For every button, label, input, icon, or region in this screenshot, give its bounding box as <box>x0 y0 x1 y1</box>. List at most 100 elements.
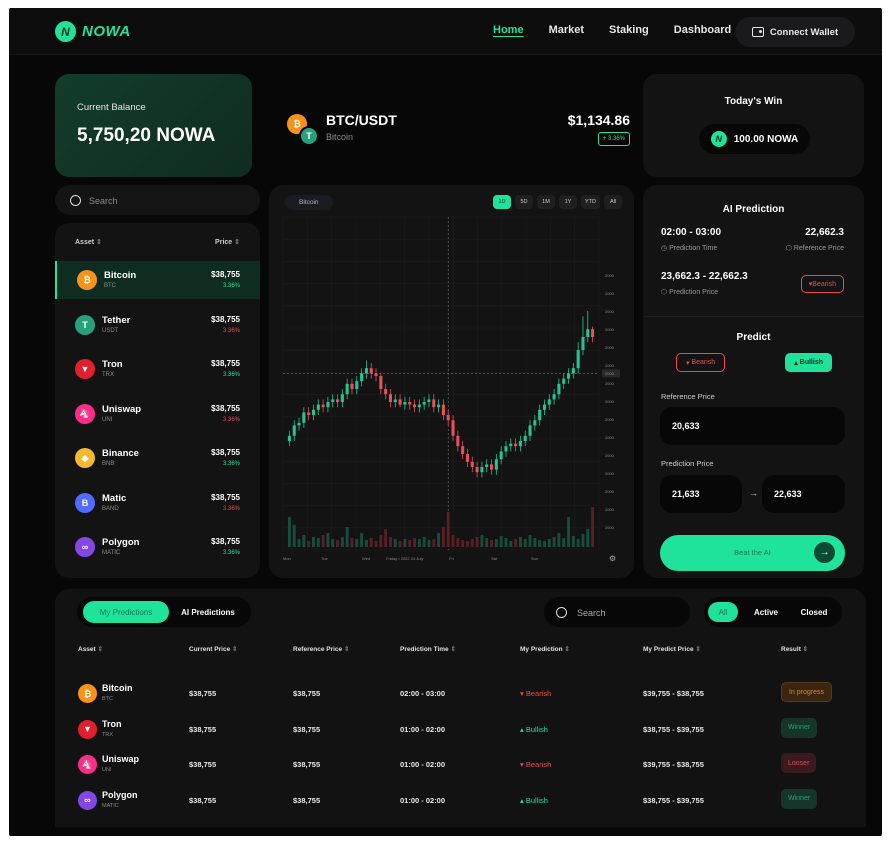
volume-bar <box>518 537 522 547</box>
col-header-my-prediction[interactable]: My Prediction ⇕ <box>520 645 570 653</box>
col-header-label: Reference Price <box>293 646 343 653</box>
candlestick-chart[interactable]: 2000 2000 2000 2000 2000 2000 2000 2000 2000 2000… <box>269 185 634 578</box>
asset-symbol: BTC <box>104 283 116 289</box>
tab-my-predictions[interactable]: My Predictions <box>83 601 169 623</box>
nav-dashboard[interactable]: Dashboard <box>674 24 731 36</box>
candle-body <box>518 441 522 447</box>
col-header-result[interactable]: Result ⇕ <box>781 645 808 653</box>
volume-bar <box>369 538 373 547</box>
filter-active[interactable]: Active <box>746 602 786 622</box>
volume-bar <box>360 533 364 547</box>
candle-body <box>408 402 412 405</box>
asset-name: Polygon <box>102 537 140 548</box>
asset-search-input[interactable]: Search <box>55 185 260 215</box>
asset-row-bitcoin[interactable]: ₿ Bitcoin BTC $38,755 3.36% <box>55 261 260 299</box>
row-result-badge: Winner <box>781 717 818 738</box>
col-header-asset[interactable]: Asset ⇕ <box>78 645 103 653</box>
candle-body <box>379 376 383 389</box>
binance-icon: ◆ <box>75 448 95 468</box>
predict-bullish-button[interactable]: ▴ Bullish <box>785 353 832 372</box>
pair-change-badge: + 3.36% <box>597 132 630 146</box>
logo[interactable]: N NOWA <box>55 21 131 42</box>
asset-row-binance[interactable]: ◆ Binance BNB $38,755 3.36% <box>55 439 260 477</box>
asset-row-matic[interactable]: B Matic BAND $38,755 3.36% <box>55 484 260 522</box>
table-row[interactable]: ▼ Tron TRX $38,755 $38,755 01:00 - 02:00 $38,7… <box>55 713 856 748</box>
nav-staking[interactable]: Staking <box>609 24 649 36</box>
predictions-search-input[interactable]: Search <box>544 597 690 627</box>
search-icon <box>70 195 81 206</box>
volume-bar <box>374 541 378 547</box>
asset-price: $38,755 <box>211 403 240 413</box>
col-header-prediction-time[interactable]: Prediction Time ⇕ <box>400 645 456 653</box>
logo-text: NOWA <box>82 23 131 40</box>
nav-market[interactable]: Market <box>549 24 584 36</box>
candle-body <box>331 399 335 402</box>
candle-body <box>287 435 291 441</box>
sort-icon: ⇕ <box>95 646 103 653</box>
asset-list: Asset ⇕ Price ⇕ ₿ Bitcoin BTC $38,755 3.36% T… <box>55 223 260 578</box>
candle-body <box>552 394 556 400</box>
row-prediction: ▴ Bullish <box>520 796 548 805</box>
col-header-reference-price[interactable]: Reference Price ⇕ <box>293 645 349 653</box>
volume-bar <box>389 537 392 547</box>
row-current: $38,755 <box>189 689 217 698</box>
candle-body <box>514 443 518 447</box>
asset-name: Binance <box>102 448 139 459</box>
volume-bar <box>393 539 397 547</box>
candle-body <box>451 420 455 436</box>
timeframe-selector: 1D 5D 1M 1Y YTD All <box>493 195 622 209</box>
asset-col-price[interactable]: Price ⇕ <box>215 238 240 246</box>
prediction-price-to-field[interactable]: 22,633 <box>762 475 845 513</box>
asset-row-polygon[interactable]: ∞ Polygon MATIC $38,755 3.36% <box>55 528 260 566</box>
filter-all[interactable]: All <box>708 602 738 622</box>
col-header-my-predict-price[interactable]: My Predict Price ⇕ <box>643 645 701 653</box>
nav-home[interactable]: Home <box>493 24 524 36</box>
settings-gear-icon[interactable]: ⚙ <box>609 554 616 563</box>
asset-row-tether[interactable]: T Tether USDT $38,755 3.36% <box>55 306 260 344</box>
volume-bar <box>547 539 551 547</box>
candle-body <box>538 409 542 421</box>
asset-row-uniswap[interactable]: 🦄 Uniswap UNI $38,755 3.36% <box>55 395 260 433</box>
table-row[interactable]: 🦄 Uniswap UNI $38,755 $38,755 01:00 - 02:00 $3… <box>55 748 856 783</box>
asset-price: $38,755 <box>211 314 240 324</box>
candle-body <box>480 467 484 473</box>
predict-bearish-button[interactable]: ▾ Bearish <box>676 353 726 372</box>
row-predict-price: $38,755 - $39,755 <box>643 724 704 734</box>
timeframe-5d[interactable]: 5D <box>515 195 533 209</box>
timeframe-1y[interactable]: 1Y <box>559 195 577 209</box>
connect-wallet-button[interactable]: Connect Wallet <box>735 17 855 47</box>
candle-body <box>360 373 364 382</box>
ai-prediction-time-label-text: Prediction Time <box>669 245 718 252</box>
balance-value: 5,750,20 NOWA <box>77 125 216 146</box>
candle-body <box>591 329 595 337</box>
filter-closed[interactable]: Closed <box>792 602 836 622</box>
current-price-label: 2000 <box>605 371 615 376</box>
prediction-price-from-field[interactable]: 21,633 <box>660 475 742 513</box>
y-axis-label: 2000 <box>605 489 615 494</box>
tag-icon: ⬡ <box>661 289 668 296</box>
reference-price-field[interactable]: 20,633 <box>660 407 845 445</box>
ai-title: AI Prediction <box>722 204 785 215</box>
connect-wallet-label: Connect Wallet <box>769 26 839 38</box>
predict-bullish-label: Bullish <box>799 359 823 366</box>
volume-bar <box>422 537 426 547</box>
candle-body <box>499 451 503 460</box>
row-asset-name: Polygon <box>102 789 138 800</box>
col-header-current-price[interactable]: Current Price ⇕ <box>189 645 237 653</box>
table-row[interactable]: ₿ Bitcoin BTC $38,755 $38,755 02:00 - 03:00 $3… <box>55 677 856 712</box>
chart-asset-tag[interactable]: Bitcoin <box>285 195 333 210</box>
timeframe-all[interactable]: All <box>604 195 622 209</box>
tab-ai-predictions[interactable]: AI Predictions <box>171 601 245 623</box>
timeframe-ytd[interactable]: YTD <box>581 195 600 209</box>
timeframe-1m[interactable]: 1M <box>537 195 555 209</box>
volume-bar <box>533 538 537 547</box>
row-prediction-label: Bearish <box>525 760 552 769</box>
timeframe-1d[interactable]: 1D <box>493 195 511 209</box>
asset-col-asset[interactable]: Asset ⇕ <box>75 238 102 246</box>
candle-body <box>345 383 349 395</box>
x-axis-label: Mon <box>283 556 291 561</box>
table-row[interactable]: ∞ Polygon MATIC $38,755 $38,755 01:00 - 02:00… <box>55 784 856 819</box>
asset-row-tron[interactable]: ▼ Tron TRX $38,755 3.36% <box>55 350 260 388</box>
reference-price-label: Reference Price <box>661 392 715 401</box>
beat-the-ai-button[interactable]: Beat the AI → <box>660 535 845 571</box>
